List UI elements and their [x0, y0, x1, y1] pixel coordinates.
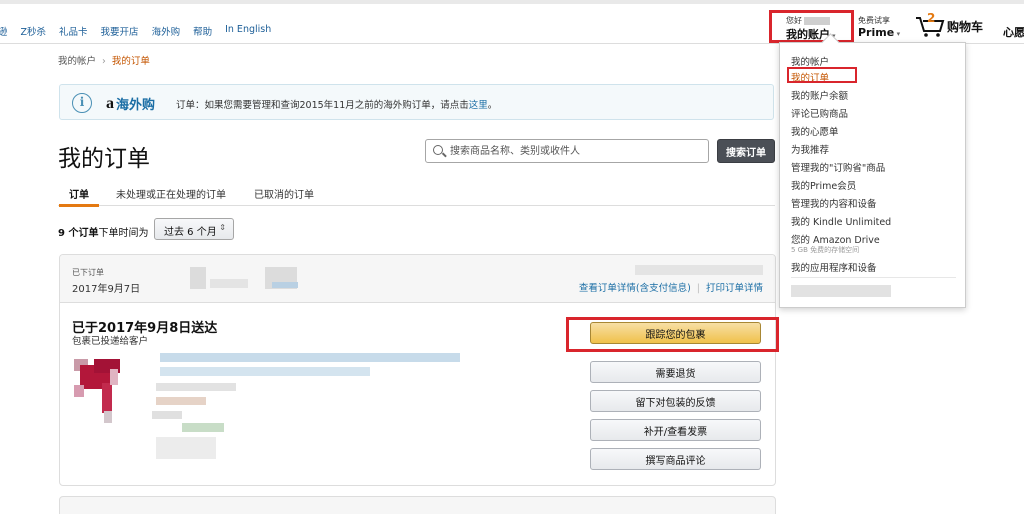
banner-here-link[interactable]: 这里 — [469, 100, 488, 111]
order-header: 已下订单 2017年9月7日 查看订单详情(含支付信息) | 打印订单详情 — [60, 255, 775, 303]
cart-count: 2 — [927, 11, 936, 25]
nav-link-deals[interactable]: Z秒杀 — [21, 24, 47, 38]
wishlist-link[interactable]: 心愿单 — [1003, 24, 1024, 40]
blurred-sign-out — [791, 285, 891, 297]
account-hello: 您好 — [786, 16, 802, 25]
search-icon — [433, 145, 443, 155]
menu-item-subscribe-save[interactable]: 管理我的"订购省"商品 — [791, 160, 885, 174]
nav-link-english[interactable]: In English — [225, 24, 271, 38]
breadcrumb: 我的帐户 › 我的订单 — [58, 53, 150, 67]
blurred-seller — [156, 383, 236, 391]
print-invoice-link[interactable]: 打印订单详情 — [706, 283, 763, 294]
banner-text: 订单：如果您需要管理和查询2015年11月之前的海外购订单，请点击 — [176, 100, 469, 111]
menu-divider — [791, 277, 956, 278]
global-store-logo: a 海外购 — [106, 94, 155, 113]
blurred-product-title — [160, 353, 460, 362]
order-card: 已下订单 2017年9月7日 查看订单详情(含支付信息) | 打印订单详情 已于20… — [59, 254, 776, 486]
prime-main-label: Prime — [858, 26, 895, 39]
order-header-links: 查看订单详情(含支付信息) | 打印订单详情 — [579, 280, 763, 294]
blurred-meta — [152, 411, 182, 419]
order-details-link[interactable]: 查看订单详情(含支付信息) — [579, 283, 691, 294]
search-orders-button[interactable]: 搜索订单 — [717, 139, 775, 163]
caret-down-icon: ▾ — [894, 30, 901, 38]
prime-menu-trigger[interactable]: 免费试享 Prime ▾ — [858, 15, 900, 39]
nav-link-global[interactable]: 海外购 — [152, 24, 181, 38]
info-icon: i — [72, 93, 92, 113]
menu-item-apps[interactable]: 我的应用程序和设备 — [791, 260, 877, 274]
return-item-button[interactable]: 需要退货 — [590, 361, 761, 383]
nav-links: 逊 Z秒杀 礼品卡 我要开店 海外购 帮助 In English — [0, 24, 284, 38]
account-greeting: 您好 — [786, 15, 851, 26]
breadcrumb-account[interactable]: 我的帐户 — [58, 56, 96, 67]
breadcrumb-separator: › — [102, 56, 106, 67]
packaging-feedback-button[interactable]: 留下对包装的反馈 — [590, 390, 761, 412]
page-title: 我的订单 — [58, 146, 150, 172]
tab-orders[interactable]: 订单 — [59, 186, 99, 207]
amazon-a-logo: a — [106, 94, 114, 112]
menu-item-devices[interactable]: 管理我的内容和设备 — [791, 196, 877, 210]
order-count: 9 个订单 — [58, 228, 99, 239]
tab-open-orders[interactable]: 未处理或正在处理的订单 — [116, 186, 226, 201]
updown-arrow-icon: ⇕ — [219, 223, 226, 232]
account-dropdown-menu: 我的帐户 我的订单 我的账户余额 评论已购商品 我的心愿单 为我推荐 管理我的"… — [779, 42, 966, 308]
menu-item-my-account[interactable]: 我的帐户 — [791, 54, 829, 68]
nav-link-help[interactable]: 帮助 — [193, 24, 212, 38]
menu-item-prime[interactable]: 我的Prime会员 — [791, 178, 856, 192]
blurred-price — [156, 397, 206, 405]
blurred-total-value — [210, 279, 248, 288]
order-search-input[interactable] — [450, 143, 700, 159]
menu-item-kindle-unlimited[interactable]: 我的 Kindle Unlimited — [791, 214, 891, 228]
placed-label: 已下订单 — [72, 268, 104, 277]
menu-item-review-purchases[interactable]: 评论已购商品 — [791, 106, 848, 120]
cart-button[interactable]: 2 购物车 — [915, 11, 984, 37]
nav-top-strip — [0, 0, 1024, 4]
nav-link-brand[interactable]: 逊 — [0, 24, 8, 38]
link-separator: | — [696, 283, 700, 294]
cart-label: 购物车 — [947, 20, 984, 34]
blurred-action — [156, 437, 216, 459]
global-store-brand: 海外购 — [116, 98, 156, 113]
account-menu-trigger[interactable]: 您好 我的账户▾ — [769, 10, 854, 43]
blurred-order-number — [635, 265, 763, 275]
banner-message: 订单：如果您需要管理和查询2015年11月之前的海外购订单，请点击这里。 — [176, 97, 497, 111]
prime-label: Prime ▾ — [858, 26, 900, 39]
nav-link-gift-cards[interactable]: 礼品卡 — [59, 24, 88, 38]
nav-link-sell[interactable]: 我要开店 — [101, 24, 139, 38]
cart-icon: 2 — [915, 11, 945, 37]
product-thumbnail[interactable] — [74, 355, 144, 425]
prime-try-label: 免费试享 — [858, 16, 890, 25]
banner-end: 。 — [487, 100, 498, 111]
amazon-drive-note: 5 GB 免费的存储空间 — [791, 246, 860, 254]
delivery-status-subtitle: 包裹已投递给客户 — [72, 336, 149, 347]
filter-label: 下单时间为 — [98, 228, 149, 239]
blurred-buy-again — [182, 423, 224, 432]
menu-item-wishlist[interactable]: 我的心愿单 — [791, 124, 839, 138]
time-range-value: 过去 6 个月 — [164, 227, 217, 238]
order-tabs: 订单 未处理或正在处理的订单 已取消的订单 — [58, 178, 775, 207]
global-store-banner: i a 海外购 订单：如果您需要管理和查询2015年11月之前的海外购订单，请点… — [59, 84, 774, 120]
blurred-recipient-name — [272, 282, 298, 288]
blurred-total — [190, 267, 206, 289]
tab-cancelled-orders[interactable]: 已取消的订单 — [254, 186, 314, 201]
order-count-filter: 9 个订单下单时间为 — [58, 224, 148, 239]
top-nav: 逊 Z秒杀 礼品卡 我要开店 海外购 帮助 In English 您好 我的账户… — [0, 0, 1024, 44]
account-label: 我的账户▾ — [786, 26, 851, 42]
track-package-button[interactable]: 跟踪您的包裹 — [590, 322, 761, 344]
next-order-card — [59, 496, 776, 514]
menu-item-balance[interactable]: 我的账户余额 — [791, 88, 848, 102]
breadcrumb-orders: 我的订单 — [111, 56, 150, 67]
order-search-box[interactable] — [425, 139, 709, 163]
menu-item-amazon-drive[interactable]: 您的 Amazon Drive — [791, 232, 880, 246]
blurred-username — [804, 16, 830, 25]
placed-date: 2017年9月7日 — [72, 284, 141, 295]
write-review-button[interactable]: 撰写商品评论 — [590, 448, 761, 470]
menu-item-my-orders[interactable]: 我的订单 — [791, 70, 829, 84]
time-range-select[interactable]: 过去 6 个月 ⇕ — [154, 218, 234, 240]
menu-item-recommendations[interactable]: 为我推荐 — [791, 142, 829, 156]
invoice-button[interactable]: 补开/查看发票 — [590, 419, 761, 441]
blurred-product-title-2 — [160, 367, 370, 376]
